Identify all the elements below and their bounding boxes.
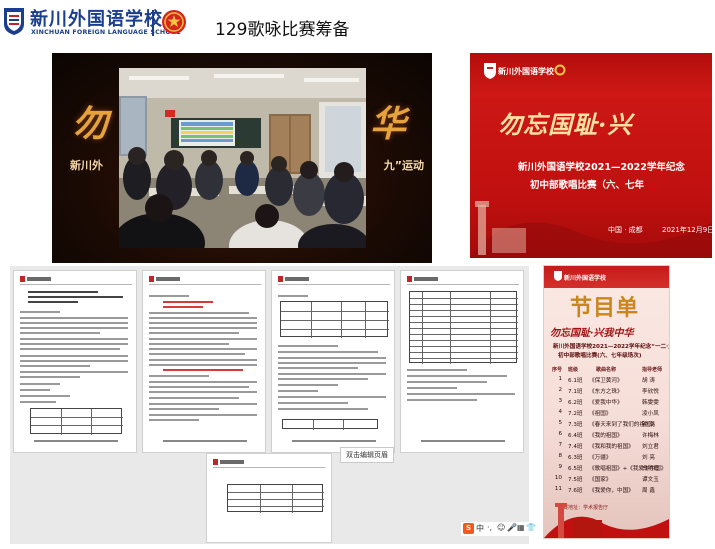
- program-row: 10 7.5班 《国家》 谭文玉: [554, 475, 659, 483]
- red-banner-school-name: 新川外国语学校: [498, 67, 554, 76]
- red-banner-place: 中国 · 成都: [608, 226, 643, 234]
- document-page[interactable]: [142, 270, 266, 453]
- red-banner-decoration-icon: [470, 201, 712, 258]
- program-row: 9 6.5班 《歌唱祖国》+《我爱你中国》 白艳霞: [558, 464, 667, 472]
- banner-subtitle-right: 九”运动: [383, 159, 424, 172]
- edit-header-hint[interactable]: 双击编辑页眉: [340, 447, 394, 463]
- program-row: 8 6.3班 《万疆》刘 亮: [558, 453, 655, 461]
- program-col-song: 歌曲名称: [596, 367, 617, 373]
- program-school-name: 新川外国语学校: [564, 275, 607, 282]
- school-emblem-icon: [4, 8, 24, 35]
- document-page[interactable]: [206, 453, 332, 543]
- school-logo-icon: [554, 271, 562, 281]
- school-logo-icon: [484, 63, 496, 79]
- ime-emoji-icon[interactable]: ☺: [497, 523, 505, 532]
- document-page[interactable]: [13, 270, 137, 453]
- party-emblem-icon: [554, 64, 566, 76]
- monument-decoration-icon: [544, 503, 669, 538]
- ime-keyboard-icon[interactable]: ▦: [517, 523, 525, 532]
- ime-skin-icon[interactable]: 👕: [526, 523, 536, 532]
- program-subtitle-1: 新川外国语学校2021—2022学年纪念“一二·九”运动: [553, 344, 669, 350]
- ime-logo-icon[interactable]: S: [463, 523, 474, 534]
- program-slogan: 勿忘国耻·兴我中华: [550, 328, 634, 339]
- program-col-num: 序号: [552, 367, 563, 373]
- program-title: 节目单: [570, 295, 640, 321]
- program-row: 1 6.1班 《保卫黄河》胡 涛: [558, 376, 655, 384]
- red-banner-slogan: 勿忘国耻·兴: [498, 110, 633, 139]
- program-row: 5 7.3班 《春天来到了我们的祖国》钟 璐: [558, 420, 657, 428]
- banner-slogan-left: 勿: [72, 103, 109, 145]
- red-banner-image[interactable]: 新川外国语学校 勿忘国耻·兴 新川外国语学校2021—2022学年纪念 初中部歌…: [470, 53, 712, 258]
- banner-slogan-right: 华: [369, 103, 406, 145]
- program-subtitle-2: 初中部歌唱比赛(六、七年级场次): [558, 353, 642, 359]
- program-col-teacher: 指导老师: [642, 367, 663, 373]
- header-divider: [152, 10, 154, 36]
- school-name-en: XINCHUAN FOREIGN LANGUAGE SCHOOL: [31, 29, 181, 36]
- doc-header-logo: [20, 276, 52, 282]
- document-page[interactable]: [271, 270, 395, 453]
- program-row: 4 7.2班 《祖国》 凌小凤: [558, 409, 659, 417]
- program-row: 7 7.4班 《我和我的祖国》 刘立君: [558, 442, 659, 450]
- program-list-card[interactable]: 新川外国语学校 节目单 勿忘国耻·兴我中华 新川外国语学校2021—2022学年…: [543, 265, 670, 539]
- slide-header: 新川外国语学校 XINCHUAN FOREIGN LANGUAGE SCHOOL…: [0, 0, 715, 46]
- program-row: 2 7.1班 《东方之珠》 李欣悦: [558, 387, 659, 395]
- program-topbar: [544, 266, 669, 288]
- program-row: 6 6.4班 《我的祖国》 许梅林: [558, 431, 659, 439]
- program-row: 3 6.2班 《爱我中华》 韩雯雯: [558, 398, 659, 406]
- slide-title: 129歌咏比赛筹备: [215, 20, 350, 40]
- red-banner-line1: 新川外国语学校2021—2022学年纪念: [518, 162, 685, 173]
- document-preview-strip: [10, 266, 529, 458]
- ime-voice-icon[interactable]: 🎤: [507, 523, 517, 532]
- school-name: 新川外国语学校: [30, 9, 163, 30]
- ime-toolbar[interactable]: S 中 ·, ☺ 🎤 ▦ 👕: [461, 522, 539, 536]
- classroom-scene-icon: [119, 68, 366, 248]
- document-page[interactable]: [400, 270, 524, 453]
- ime-mode-toggle[interactable]: 中: [476, 523, 484, 534]
- banner-subtitle-left: 新川外: [70, 159, 103, 172]
- classroom-photo[interactable]: [119, 68, 366, 248]
- red-banner-date: 2021年12月9日: [662, 226, 712, 234]
- ime-punctuation-icon[interactable]: ·,: [487, 523, 492, 532]
- party-emblem-icon: [162, 10, 186, 34]
- program-col-class: 班级: [568, 367, 579, 373]
